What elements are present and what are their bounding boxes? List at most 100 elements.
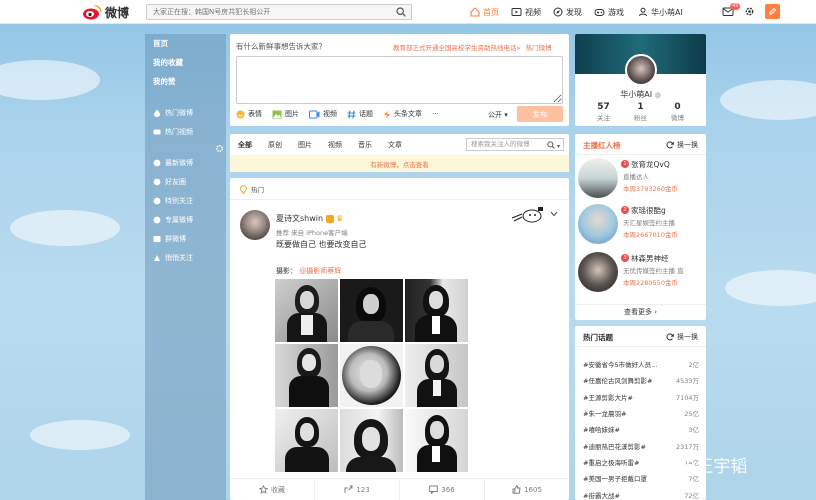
view-more-link[interactable]: 查看更多 › xyxy=(575,304,706,317)
sidebar-item-secret-follow[interactable]: 悄悄关注 xyxy=(145,248,226,267)
nav-user[interactable]: 华小萌AI xyxy=(638,7,683,18)
topic-name[interactable]: #朱一龙晨羽# xyxy=(583,408,626,418)
topic-name[interactable]: #迪丽热巴花漾剪影# xyxy=(583,441,646,451)
composer-hot-topic[interactable]: 教育部正式开通全国高校学生资助热线电话» 热门微博 xyxy=(393,42,552,52)
sidebar-item-likes[interactable]: 我的赞 xyxy=(145,72,226,91)
topic-item[interactable]: #任嘉伦古风剑舞剪影# 4533万 xyxy=(583,372,699,388)
post-image[interactable] xyxy=(340,279,403,342)
search-box[interactable] xyxy=(146,4,412,20)
post-image[interactable] xyxy=(275,409,338,472)
photographer-link[interactable]: @摄影师蔡辉 xyxy=(299,267,341,275)
visibility-select[interactable]: 公开 ▾ xyxy=(488,110,508,120)
streamer-name[interactable]: 林森男神经 xyxy=(631,253,669,264)
new-weibo-notice[interactable]: 有新微博，点击查看 xyxy=(230,155,569,172)
tab-original[interactable]: 原创 xyxy=(268,140,282,150)
topic-item[interactable]: #安徽省今5市做好人员... 2亿 xyxy=(583,356,699,372)
search-icon[interactable]: ▾ xyxy=(547,141,560,152)
tab-videos[interactable]: 视频 xyxy=(328,140,342,150)
tool-topic[interactable]: 话题 xyxy=(347,109,373,119)
topic-name[interactable]: #任嘉伦古风剑舞剪影# xyxy=(583,375,652,385)
streamer-avatar[interactable] xyxy=(578,252,618,292)
composer-textarea[interactable] xyxy=(236,56,563,104)
tab-music[interactable]: 音乐 xyxy=(358,140,372,150)
hot-topic-link[interactable]: 教育部正式开通全国高校学生资助热线电话» xyxy=(393,44,520,52)
stat-following[interactable]: 57 关注 xyxy=(585,102,622,122)
sidebar-item-hot-video[interactable]: 热门视频 xyxy=(145,122,226,141)
sidebar-item-hot-weibo[interactable]: 热门微博 xyxy=(145,103,226,122)
post-author-name[interactable]: 夏诗文shwin xyxy=(276,213,323,224)
video-icon xyxy=(309,110,320,119)
post-author-avatar[interactable] xyxy=(240,210,270,240)
topic-item[interactable]: #朱一龙晨羽# 25亿 xyxy=(583,405,699,421)
streamer-avatar[interactable] xyxy=(578,204,618,244)
nav-game[interactable]: 游戏 xyxy=(594,7,624,18)
message-icon[interactable]: 45 xyxy=(722,3,741,17)
post-menu-chevron-icon[interactable] xyxy=(550,210,558,219)
tool-video[interactable]: 视频 xyxy=(309,109,337,119)
topic-name[interactable]: #美国一男子拒戴口罩 xyxy=(583,473,647,483)
post-image[interactable] xyxy=(340,409,403,472)
share-button[interactable]: 123 xyxy=(315,479,400,500)
nav-home[interactable]: 首页 xyxy=(470,7,499,18)
tab-articles[interactable]: 文章 xyxy=(388,140,402,150)
like-button[interactable]: 1605 xyxy=(485,479,569,500)
sidebar-item-exclusive[interactable]: 专属微博 xyxy=(145,210,226,229)
comment-button[interactable]: 366 xyxy=(400,479,485,500)
cloud-decoration xyxy=(10,210,120,246)
post-image[interactable] xyxy=(275,344,338,407)
profile-name[interactable]: 华小萌AI ◍ xyxy=(575,89,706,100)
stat-value: 1 xyxy=(637,102,644,112)
search-input[interactable] xyxy=(147,5,385,19)
post-image[interactable] xyxy=(275,279,338,342)
publish-button[interactable]: 发布 xyxy=(517,106,563,122)
tab-images[interactable]: 图片 xyxy=(298,140,312,150)
sidebar-item-favorites[interactable]: 我的收藏 xyxy=(145,53,226,72)
stat-followers[interactable]: 1 粉丝 xyxy=(622,102,659,122)
streamer-name[interactable]: 家瑶很酷g xyxy=(631,205,666,216)
sidebar-item-friends[interactable]: 好友圈 xyxy=(145,172,226,191)
topic-name[interactable]: #安徽省今5市做好人员... xyxy=(583,359,657,369)
streamer-item[interactable]: 2 家瑶很酷g 天汇星娱签约主播 本周2667010金币 xyxy=(578,204,703,246)
profile-avatar[interactable] xyxy=(625,54,657,86)
nav-video[interactable]: 视频 xyxy=(511,7,541,18)
search-icon[interactable] xyxy=(396,7,406,19)
tool-article[interactable]: 头条文章 xyxy=(383,109,422,119)
streamer-item[interactable]: 1 张育龙QvQ 直播达人 本周3793260金币 xyxy=(578,158,703,200)
post-image[interactable] xyxy=(405,344,468,407)
settings-gear-icon[interactable] xyxy=(744,6,755,17)
topic-item[interactable]: #王源剪影大片# 7104万 xyxy=(583,389,699,405)
profile-name-text[interactable]: 华小萌AI xyxy=(620,90,652,99)
refresh-button[interactable]: 换一换 xyxy=(666,332,698,342)
feed-search-input[interactable]: 搜索我关注人的微博 ▾ xyxy=(466,138,564,151)
stat-weibo[interactable]: 0 微博 xyxy=(659,102,696,122)
streamer-name[interactable]: 张育龙QvQ xyxy=(631,159,670,170)
post-author[interactable]: 夏诗文shwin ♛ xyxy=(276,213,343,224)
topic-name[interactable]: #嘻哈妹妹# xyxy=(583,424,620,434)
streamer-avatar[interactable] xyxy=(578,158,618,198)
refresh-button[interactable]: 换一换 xyxy=(666,140,698,150)
topic-item[interactable]: #嘻哈妹妹# 3亿 xyxy=(583,421,699,437)
sidebar-item-special-follow[interactable]: 特别关注 xyxy=(145,191,226,210)
sidebar-item-home[interactable]: 首页 xyxy=(145,34,226,53)
tool-image[interactable]: 图片 xyxy=(272,109,299,119)
weibo-logo[interactable]: 微博 xyxy=(82,3,129,21)
post-image[interactable] xyxy=(405,409,468,472)
topic-name[interactable]: #街霸大战# xyxy=(583,490,620,500)
tool-more[interactable]: ··· xyxy=(432,110,439,118)
tab-all[interactable]: 全部 xyxy=(238,140,252,150)
tool-emoji[interactable]: 表情 xyxy=(236,109,262,119)
nav-discover[interactable]: 发现 xyxy=(553,7,582,18)
sidebar-item-latest[interactable]: 最新微博 xyxy=(145,153,226,172)
streamer-item[interactable]: 3 林森男神经 无忧传媒签约主播 直 本周2280550金币 xyxy=(578,252,703,294)
topic-name[interactable]: #重启之极海听雷# xyxy=(583,457,639,467)
topic-name[interactable]: #王源剪影大片# xyxy=(583,392,633,402)
hot-weibo-link[interactable]: 热门微博 xyxy=(526,44,552,52)
topic-item[interactable]: #街霸大战# 72亿 xyxy=(583,486,699,500)
favorite-button[interactable]: 收藏 xyxy=(230,479,315,500)
compose-pen-icon[interactable] xyxy=(765,4,780,19)
visibility-label: 公开 xyxy=(488,111,502,119)
post-image[interactable] xyxy=(340,344,403,407)
sidebar-item-group[interactable]: 群微博 xyxy=(145,229,226,248)
sidebar-settings-gear-icon[interactable] xyxy=(215,144,224,155)
post-image[interactable] xyxy=(405,279,468,342)
